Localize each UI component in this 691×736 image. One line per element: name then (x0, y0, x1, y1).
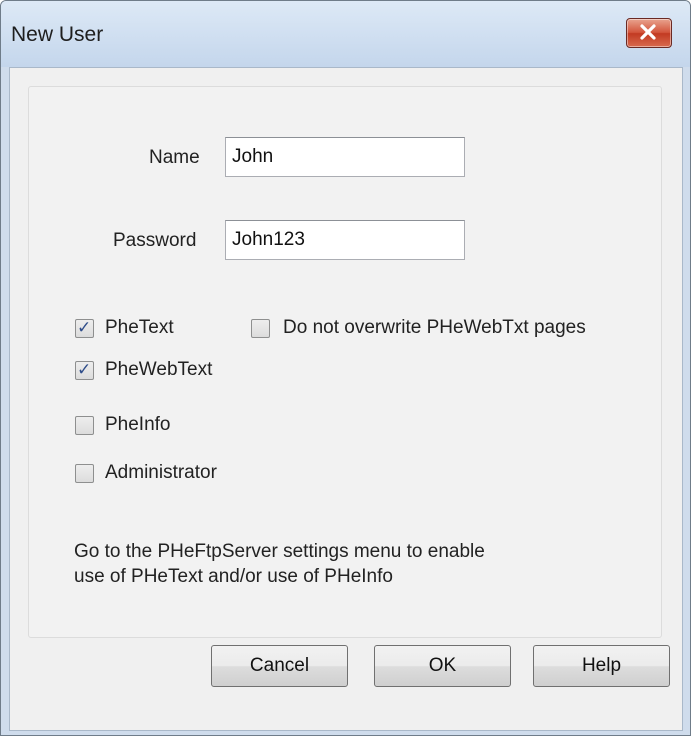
settings-hint-text: Go to the PHeFtpServer settings menu to … (74, 539, 485, 589)
cancel-button[interactable]: Cancel (211, 645, 348, 687)
check-icon: ✓ (77, 360, 92, 379)
help-button[interactable]: Help (533, 645, 670, 687)
password-field[interactable] (225, 220, 465, 260)
ok-button[interactable]: OK (374, 645, 511, 687)
pheinfo-label: PheInfo (105, 414, 171, 435)
name-label: Name (149, 147, 200, 168)
phetext-checkbox[interactable]: ✓ (75, 318, 94, 338)
settings-hint-line-2: use of PHeText and/or use of PHeInfo (74, 566, 393, 587)
name-field[interactable] (225, 137, 465, 177)
phetext-label: PheText (105, 317, 174, 338)
phewebtext-label: PheWebText (105, 359, 213, 380)
do-not-overwrite-checkbox[interactable] (251, 319, 270, 338)
dialog-client-area: Name Password ✓ PheText Do not overwrite… (9, 67, 683, 731)
administrator-checkbox[interactable] (75, 464, 94, 483)
new-user-dialog: New User Name Password ✓ PheText Do not … (0, 0, 691, 736)
phewebtext-checkbox[interactable]: ✓ (75, 360, 94, 380)
password-label: Password (113, 230, 197, 251)
close-icon (640, 24, 656, 40)
administrator-label: Administrator (105, 462, 217, 483)
title-bar[interactable]: New User (1, 1, 690, 67)
window-title: New User (11, 23, 104, 46)
pheinfo-checkbox[interactable] (75, 416, 94, 435)
settings-hint-line-1: Go to the PHeFtpServer settings menu to … (74, 541, 485, 562)
close-button[interactable] (626, 18, 672, 48)
user-settings-group: Name Password ✓ PheText Do not overwrite… (28, 86, 662, 638)
check-icon: ✓ (77, 318, 92, 337)
do-not-overwrite-label: Do not overwrite PHeWebTxt pages (283, 317, 586, 338)
